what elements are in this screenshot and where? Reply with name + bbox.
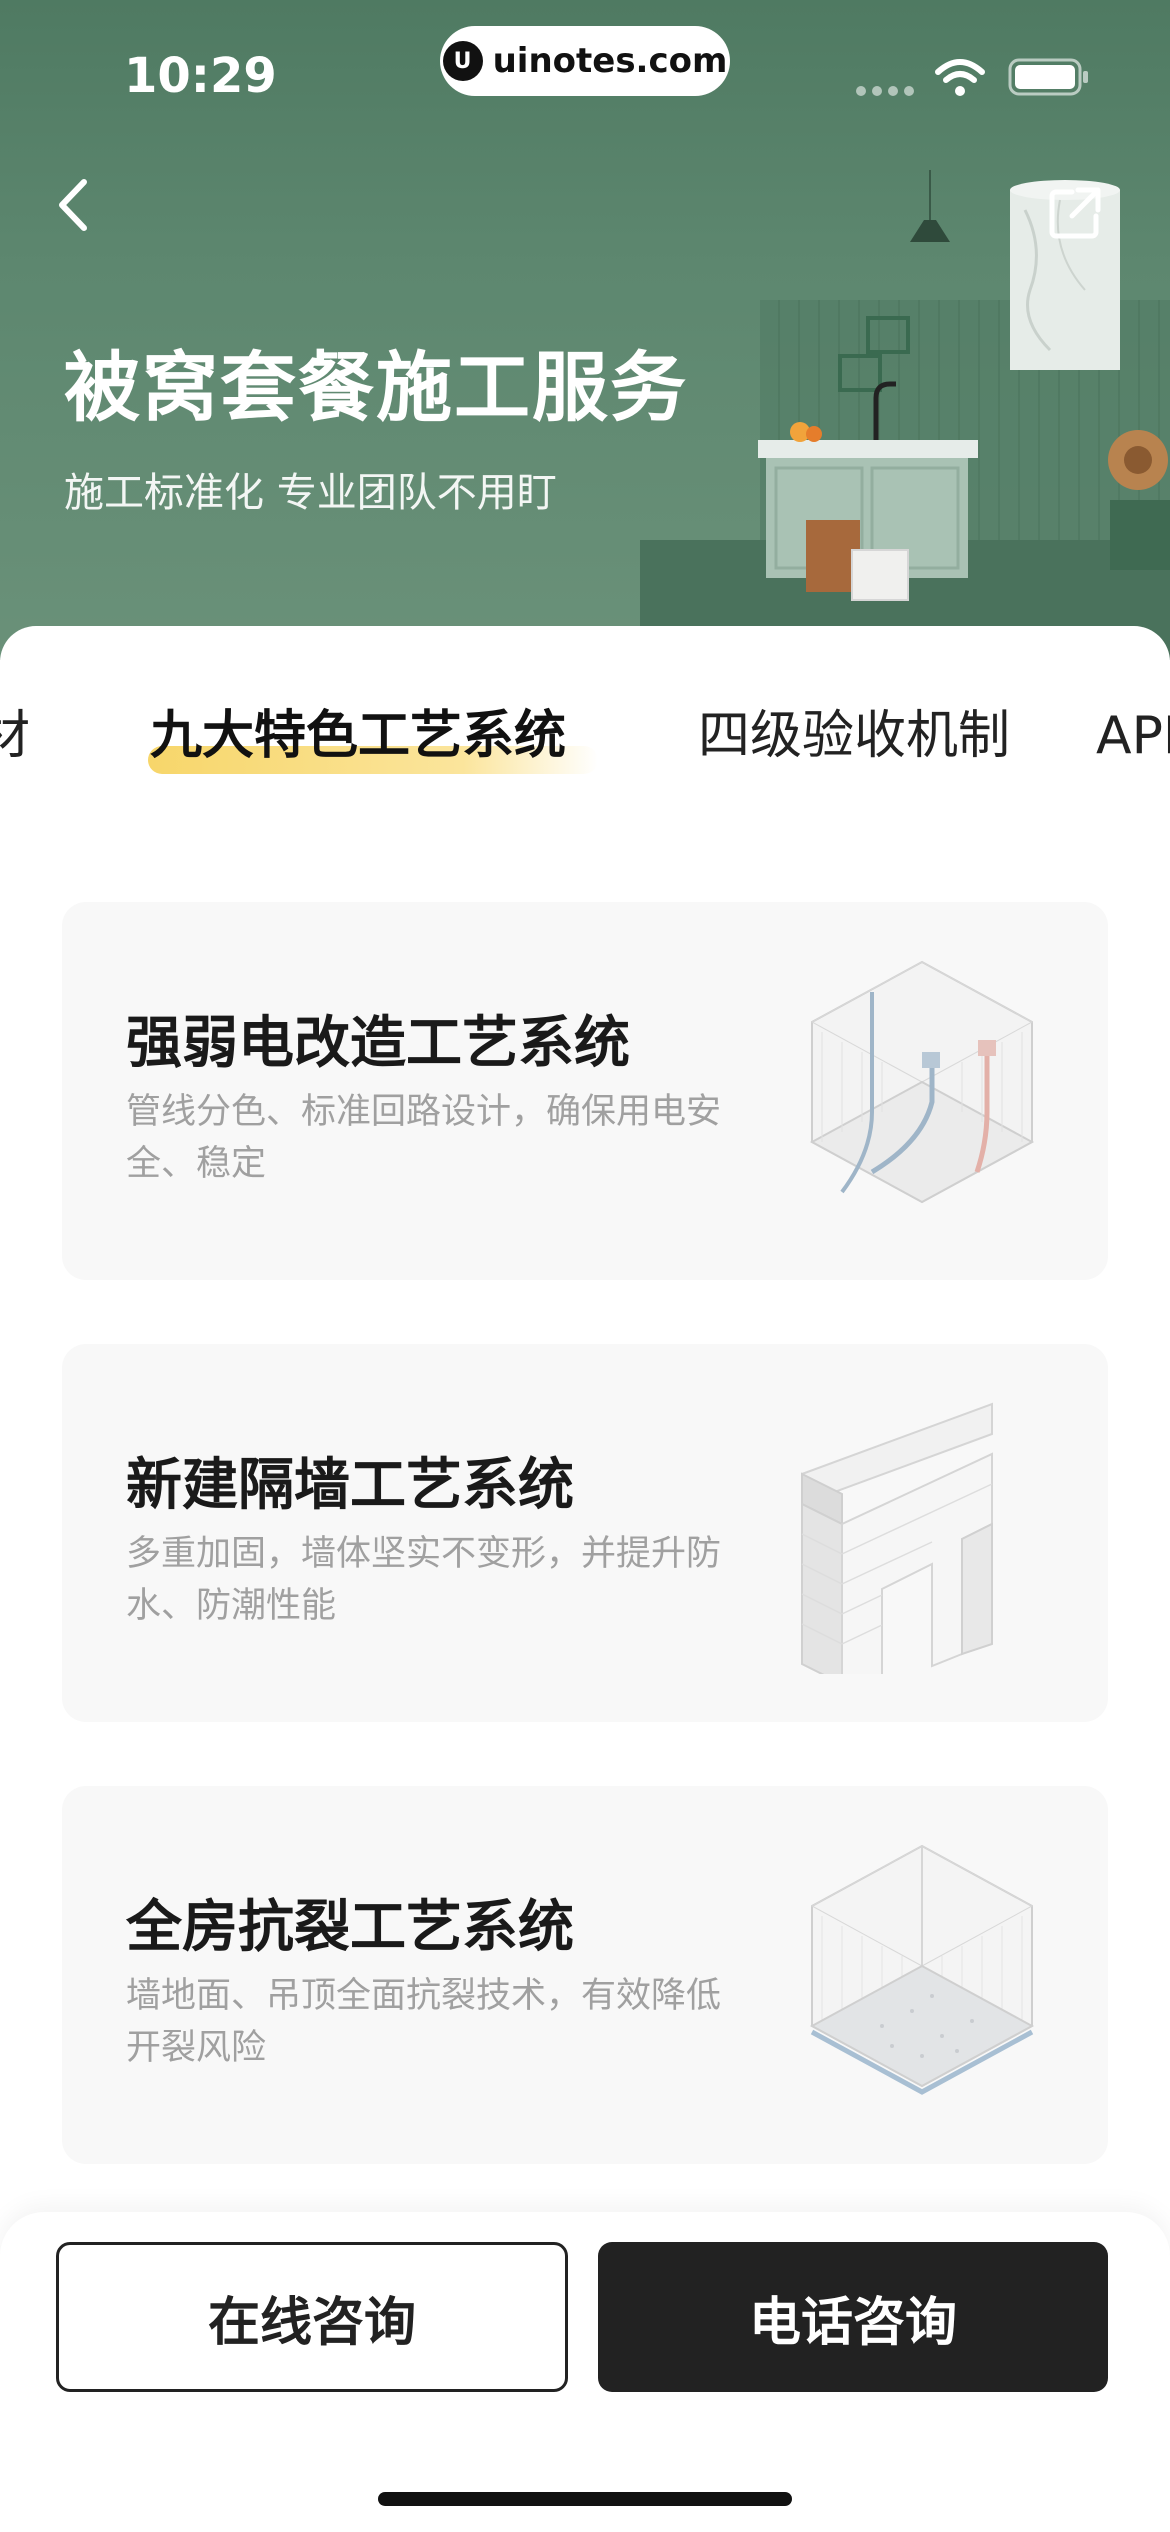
site-logo-icon: U <box>442 41 483 81</box>
card-description: 墙地面、吊顶全面抗裂技术，有效降低开裂风险 <box>126 1976 722 2068</box>
partition-wall-icon <box>801 1402 993 1674</box>
card-title: 强弱电改造工艺系统 <box>126 1011 630 1076</box>
electrical-room-icon <box>809 960 1035 1204</box>
tab-four-level-inspection[interactable]: 四级验收机制 <box>698 686 1010 786</box>
anti-crack-room-icon <box>809 1844 1035 2095</box>
craft-card-partition-wall[interactable]: 新建隔墙工艺系统 多重加固，墙体坚实不变形，并提升防水、防潮性能 <box>62 1344 1108 1722</box>
card-description: 多重加固，墙体坚实不变形，并提升防水、防潮性能 <box>126 1534 722 1626</box>
cellular-signal-icon <box>856 86 914 96</box>
home-indicator[interactable] <box>378 2492 792 2506</box>
back-arrow-icon[interactable] <box>48 170 98 240</box>
phone-consult-button[interactable]: 电话咨询 <box>598 2242 1108 2392</box>
tab-app[interactable]: APP <box>1096 686 1170 786</box>
url-text: uinotes.com <box>492 41 728 81</box>
craft-card-anti-crack[interactable]: 全房抗裂工艺系统 墙地面、吊顶全面抗裂技术，有效降低开裂风险 <box>62 1786 1108 2164</box>
kitchen-illustration-icon <box>758 170 1170 601</box>
card-description: 管线分色、标准回路设计，确保用电安全、稳定 <box>126 1092 722 1184</box>
online-consult-button[interactable]: 在线咨询 <box>56 2242 568 2392</box>
battery-icon <box>1008 58 1088 96</box>
hero-title: 被窝套餐施工服务 <box>64 343 688 432</box>
url-pill[interactable]: U uinotes.com <box>440 26 730 96</box>
hero-subtitle: 施工标准化 专业团队不用盯 <box>64 470 557 516</box>
tab-materials[interactable]: 材 <box>0 686 30 786</box>
card-title: 新建隔墙工艺系统 <box>126 1453 574 1518</box>
card-title: 全房抗裂工艺系统 <box>126 1895 574 1960</box>
craft-card-electrical[interactable]: 强弱电改造工艺系统 管线分色、标准回路设计，确保用电安全、稳定 <box>62 902 1108 1280</box>
status-time: 10:29 <box>124 48 277 104</box>
status-bar: 10:29 U uinotes.com <box>0 0 1170 150</box>
hero-banner: 10:29 U uinotes.com 被窝套餐施工服务 施工标准化 专业团队不… <box>0 0 1170 660</box>
wifi-icon <box>935 59 985 96</box>
tab-nine-crafts[interactable]: 九大特色工艺系统 <box>150 686 566 786</box>
page: 10:29 U uinotes.com 被窝套餐施工服务 施工标准化 专业团队不… <box>0 0 1170 2532</box>
bottom-action-bar: 在线咨询 电话咨询 <box>0 2212 1170 2532</box>
share-icon[interactable] <box>1048 186 1102 240</box>
tab-bar: 材 九大特色工艺系统 四级验收机制 APP <box>0 686 1170 796</box>
